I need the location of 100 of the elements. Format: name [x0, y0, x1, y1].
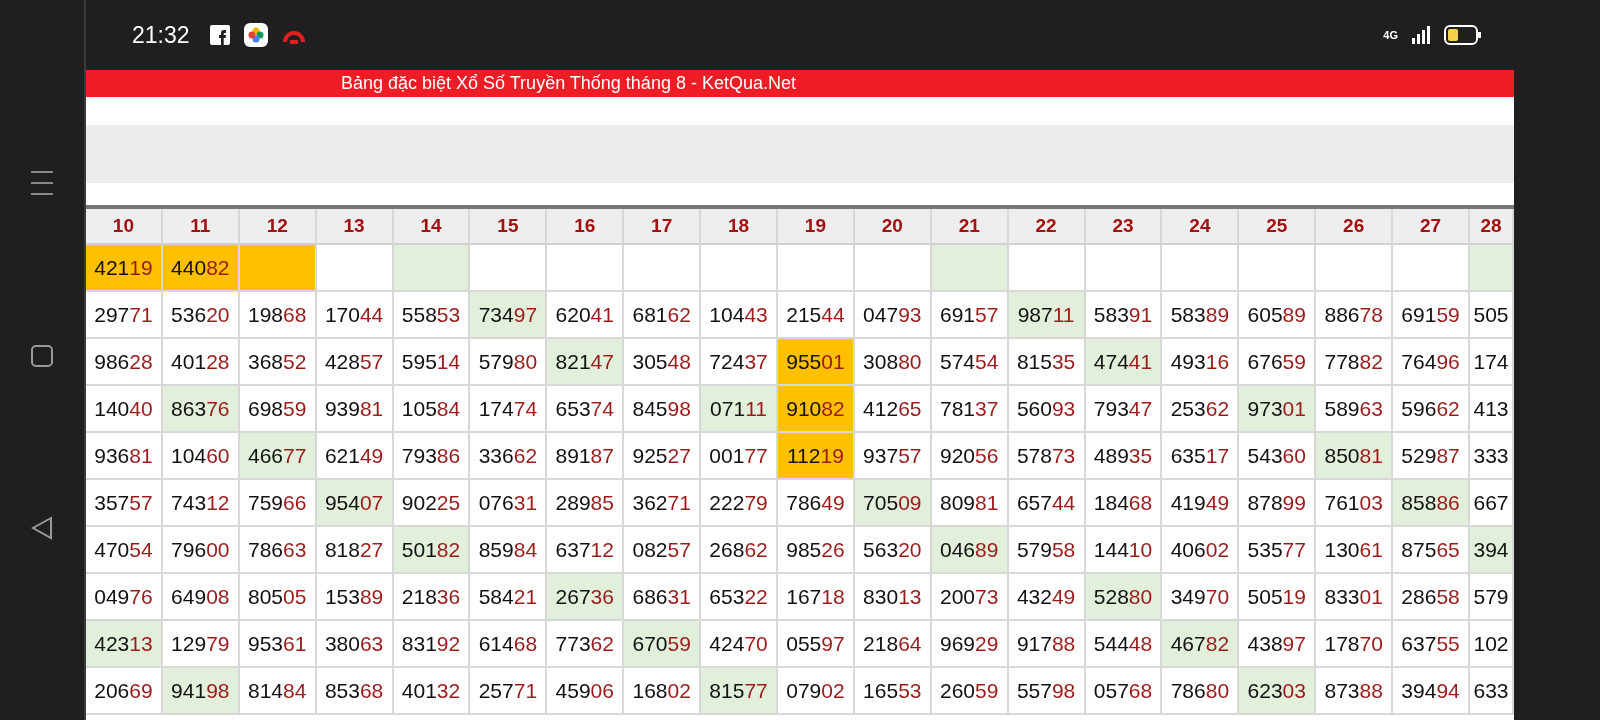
- table-cell: 17870: [1316, 621, 1394, 668]
- table-cell: 10584: [393, 386, 471, 433]
- table-cell: 74312: [162, 480, 240, 527]
- column-header: 19: [778, 209, 855, 245]
- table-cell: 85368: [316, 668, 394, 715]
- table-cell: 62303: [1239, 668, 1317, 715]
- table-cell: 87899: [1239, 480, 1317, 527]
- table-cell: 57454: [931, 339, 1009, 386]
- table-cell: 83301: [1316, 574, 1394, 621]
- table-cell: 59514: [393, 339, 471, 386]
- table-cell: 85984: [470, 527, 548, 574]
- table-cell: 41949: [1162, 480, 1240, 527]
- column-header: 18: [701, 209, 778, 245]
- table-cell: 22279: [701, 480, 778, 527]
- table-cell: 85886: [1393, 480, 1470, 527]
- table-cell: 25362: [1162, 386, 1240, 433]
- table-cell: 20073: [931, 574, 1009, 621]
- column-header: 10: [86, 209, 163, 245]
- table-cell: 33662: [470, 433, 548, 480]
- table-cell: 69157: [931, 292, 1009, 339]
- table-cell: 57980: [470, 339, 548, 386]
- table-cell: 69159: [1393, 292, 1470, 339]
- table-cell: 17044: [316, 292, 394, 339]
- table-cell: 95407: [316, 480, 394, 527]
- table-cell: 95501: [778, 339, 855, 386]
- table-cell: 93757: [854, 433, 932, 480]
- table-cell: 81827: [316, 527, 394, 574]
- table-cell: 90225: [393, 480, 471, 527]
- table-cell: 44082: [162, 245, 240, 292]
- table-cell: 52880: [1085, 574, 1163, 621]
- table-cell: 94198: [162, 668, 240, 715]
- table-cell: 00177: [701, 433, 778, 480]
- table-cell: 53577: [1239, 527, 1317, 574]
- column-header: 21: [931, 209, 1009, 245]
- table-cell: 18468: [1085, 480, 1163, 527]
- table-cell: 17474: [470, 386, 548, 433]
- table-cell: 579: [1470, 574, 1514, 621]
- table-cell: 49316: [1162, 339, 1240, 386]
- table-cell: 10443: [701, 292, 778, 339]
- table-cell: 19868: [239, 292, 317, 339]
- table-cell: 25771: [470, 668, 548, 715]
- table-cell: 79600: [162, 527, 240, 574]
- column-header: 17: [624, 209, 702, 245]
- table-cell: 42313: [86, 621, 163, 668]
- table-cell: 58391: [1085, 292, 1163, 339]
- column-header: 24: [1162, 209, 1240, 245]
- table-cell: 26736: [547, 574, 625, 621]
- table-cell: 11219: [778, 433, 855, 480]
- table-cell: 89187: [547, 433, 625, 480]
- table-cell: 36852: [239, 339, 317, 386]
- column-header: 26: [1316, 209, 1394, 245]
- table-cell: 59662: [1393, 386, 1470, 433]
- menu-icon[interactable]: [30, 170, 54, 196]
- column-header: 27: [1393, 209, 1470, 245]
- table-cell: 46677: [239, 433, 317, 480]
- table-cell: 65744: [1008, 480, 1086, 527]
- table-cell: 77362: [547, 621, 625, 668]
- table-cell: 68162: [624, 292, 702, 339]
- table-cell: 21544: [778, 292, 855, 339]
- table-cell: 40602: [1162, 527, 1240, 574]
- column-header: 28: [1470, 209, 1514, 245]
- table-cell: 62149: [316, 433, 394, 480]
- table-cell: 07902: [778, 668, 855, 715]
- table-cell: 58421: [470, 574, 548, 621]
- home-icon[interactable]: [30, 344, 54, 368]
- table-cell: 78680: [1162, 668, 1240, 715]
- table-cell: 50519: [1239, 574, 1317, 621]
- table-cell: 04689: [931, 527, 1009, 574]
- column-header: 16: [547, 209, 625, 245]
- table-cell: 12979: [162, 621, 240, 668]
- table-cell: 21836: [393, 574, 471, 621]
- table-cell: 35757: [86, 480, 163, 527]
- column-header: 25: [1239, 209, 1317, 245]
- signal-icon: [1412, 26, 1430, 44]
- table-cell: 92056: [931, 433, 1009, 480]
- column-header: 12: [239, 209, 317, 245]
- table-cell: 16802: [624, 668, 702, 715]
- back-icon[interactable]: [31, 516, 53, 540]
- table-cell: 78137: [931, 386, 1009, 433]
- table-cell: 86376: [162, 386, 240, 433]
- facebook-icon: [209, 25, 230, 45]
- table-cell: 73497: [470, 292, 548, 339]
- table-cell: 14040: [86, 386, 163, 433]
- table-cell: 88678: [1316, 292, 1394, 339]
- battery-icon: [1444, 25, 1482, 45]
- table-cell: 83192: [393, 621, 471, 668]
- table-cell: 42119: [86, 245, 163, 292]
- table-cell: 29771: [86, 292, 163, 339]
- table-cell: 56093: [1008, 386, 1086, 433]
- table-cell: 174: [1470, 339, 1514, 386]
- table-cell: 98526: [778, 527, 855, 574]
- table-cell: 14410: [1085, 527, 1163, 574]
- table-cell: 67059: [624, 621, 702, 668]
- table-cell: 42470: [701, 621, 778, 668]
- table-cell: 57958: [1008, 527, 1086, 574]
- table-cell: 91082: [778, 386, 855, 433]
- table-cell: 77882: [1316, 339, 1394, 386]
- table-cell: 36271: [624, 480, 702, 527]
- table-cell: 81484: [239, 668, 317, 715]
- table-cell: 78649: [778, 480, 855, 527]
